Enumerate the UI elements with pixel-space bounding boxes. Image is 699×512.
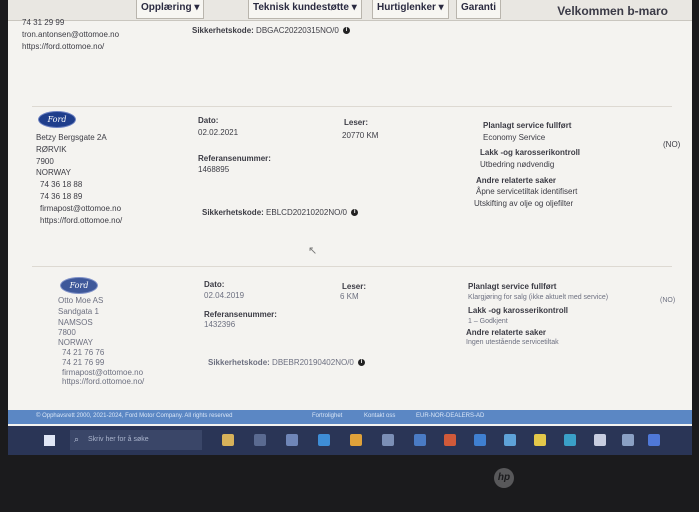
nav-warranty[interactable]: Garanti — [456, 0, 502, 19]
search-icon: ⌕ — [74, 434, 80, 444]
country-flag: (NO) — [660, 297, 676, 304]
nav-quick-links[interactable]: Hurtiglenker ▾ — [372, 0, 449, 19]
page-footer: © Opphavsrett 2000, 2021-2024, Ford Moto… — [8, 410, 692, 424]
reader-label: Leser: — [342, 282, 367, 291]
browser-screen: Opplæring ▾ Teknisk kundestøtte ▾ Hurtig… — [8, 0, 692, 455]
security-label: Sikkerhetskode: — [192, 26, 254, 35]
date-label: Dato: — [198, 116, 219, 125]
address-phone: 74 21 76 99 — [62, 358, 105, 367]
ford-logo: Ford — [38, 111, 76, 128]
address-line: Otto Moe AS — [58, 296, 104, 305]
mouse-cursor-icon: ↖ — [308, 245, 318, 257]
separator — [32, 266, 672, 267]
app-icon[interactable] — [534, 434, 546, 446]
separator — [32, 106, 672, 107]
related-value: Utskifting av olje og oljefilter — [474, 199, 574, 208]
address-line: 7800 — [58, 328, 76, 337]
date-value: 02.04.2019 — [204, 291, 245, 300]
address-url[interactable]: https://ford.ottomoe.no/ — [40, 216, 122, 226]
related-label: Andre relaterte saker — [466, 328, 547, 337]
date-label: Dato: — [204, 280, 225, 289]
taskbar-search-placeholder: Skriv her for å søke — [88, 436, 149, 443]
dealer-url[interactable]: https://ford.ottomoe.no/ — [22, 42, 104, 52]
reader-value: 6 KM — [340, 292, 359, 301]
app-icon[interactable] — [504, 434, 516, 446]
planned-service-value: Klargjøring for salg (ikke aktuelt med s… — [468, 294, 609, 301]
paint-check-value: 1 – Godkjent — [468, 318, 508, 325]
info-icon[interactable]: i — [343, 27, 350, 35]
app-icon[interactable] — [622, 434, 634, 446]
app-icon[interactable] — [648, 434, 660, 446]
related-value: Åpne servicetiltak identifisert — [476, 187, 578, 196]
security-code: DBGAC20220315NO/0 — [256, 26, 339, 35]
planned-service-label: Planlagt service fullført — [483, 121, 572, 130]
dealer-email[interactable]: tron.antonsen@ottomoe.no — [22, 30, 119, 40]
address-phone: 74 21 76 76 — [62, 348, 105, 357]
security-code-row: Sikkerhetskode: DBGAC20220315NO/0 i — [192, 26, 350, 36]
security-code: EBLCD20210202NO/0 — [266, 208, 347, 217]
address-line: NORWAY — [58, 338, 93, 347]
info-icon[interactable]: i — [351, 209, 359, 217]
planned-service-value: Economy Service — [483, 133, 546, 142]
windows-start-icon[interactable] — [44, 435, 55, 446]
edge-icon[interactable] — [474, 434, 486, 446]
address-line: Sandgata 1 — [58, 307, 99, 316]
paint-check-label: Lakk -og karosserikontroll — [480, 148, 581, 157]
date-value: 02.02.2021 — [198, 128, 239, 137]
welcome-text: Velkommen b-maro — [557, 4, 668, 18]
country-flag: (NO) — [663, 140, 681, 149]
ford-logo: Ford — [60, 277, 98, 294]
top-navigation: Opplæring ▾ Teknisk kundestøtte ▾ Hurtig… — [8, 0, 692, 21]
reader-label: Leser: — [344, 118, 369, 127]
planned-service-label: Planlagt service fullført — [468, 282, 557, 291]
nav-training[interactable]: Opplæring ▾ — [136, 0, 205, 19]
dealer-phone: 74 31 29 99 — [22, 18, 65, 27]
file-explorer-icon[interactable] — [222, 434, 234, 446]
security-code-row: Sikkerhetskode: EBLCD20210202NO/0 i — [202, 208, 359, 218]
reference-label: Referansenummer: — [198, 154, 271, 163]
address-url[interactable]: https://ford.ottomoe.no/ — [62, 377, 144, 387]
app-icon[interactable] — [414, 434, 426, 446]
app-icon[interactable] — [382, 434, 394, 446]
taskbar-search-box[interactable]: ⌕ Skriv her for å søke — [70, 430, 202, 450]
security-code-row: Sikkerhetskode: DBEBR20190402NO/0 i — [208, 358, 366, 368]
task-view-icon[interactable] — [254, 434, 266, 446]
reader-value: 20770 KM — [342, 131, 379, 140]
address-line: 7900 — [36, 157, 54, 166]
address-email[interactable]: firmapost@ottomoe.no — [40, 204, 121, 214]
address-line: NAMSOS — [58, 318, 93, 327]
reference-label: Referansenummer: — [204, 310, 277, 319]
paint-check-label: Lakk -og karosserikontroll — [468, 306, 569, 315]
footer-dealer-id: EUR-NOR-DEALERS-AD — [416, 413, 485, 419]
footer-link-privacy[interactable]: Fortrolighet — [312, 413, 342, 419]
address-line: Betzy Bergsgate 2A — [36, 133, 107, 142]
hp-logo: hp — [494, 468, 514, 488]
security-label: Sikkerhetskode: — [208, 358, 270, 367]
app-icon[interactable] — [594, 434, 606, 446]
address-phone: 74 36 18 89 — [40, 192, 83, 201]
chrome-icon[interactable] — [350, 434, 362, 446]
store-icon[interactable] — [318, 434, 330, 446]
footer-copyright: © Opphavsrett 2000, 2021-2024, Ford Moto… — [36, 413, 233, 419]
windows-taskbar: ⌕ Skriv her for å søke — [8, 426, 692, 455]
app-icon[interactable] — [564, 434, 576, 446]
related-label: Andre relaterte saker — [476, 176, 557, 185]
nav-technical-support[interactable]: Teknisk kundestøtte ▾ — [248, 0, 362, 19]
address-line: NORWAY — [36, 168, 71, 177]
address-line: RØRVIK — [36, 145, 67, 154]
reference-value: 1468895 — [198, 165, 230, 174]
related-value: Ingen utestående servicetiltak — [466, 339, 559, 346]
info-icon[interactable]: i — [358, 359, 366, 367]
paint-check-value: Utbedring nødvendig — [480, 160, 555, 169]
security-label: Sikkerhetskode: — [202, 208, 264, 217]
reference-value: 1432396 — [204, 320, 236, 329]
security-code: DBEBR20190402NO/0 — [272, 358, 354, 367]
footer-link-contact[interactable]: Kontakt oss — [364, 413, 395, 419]
mail-icon[interactable] — [286, 434, 298, 446]
office-icon[interactable] — [444, 434, 456, 446]
address-phone: 74 36 18 88 — [40, 180, 83, 189]
